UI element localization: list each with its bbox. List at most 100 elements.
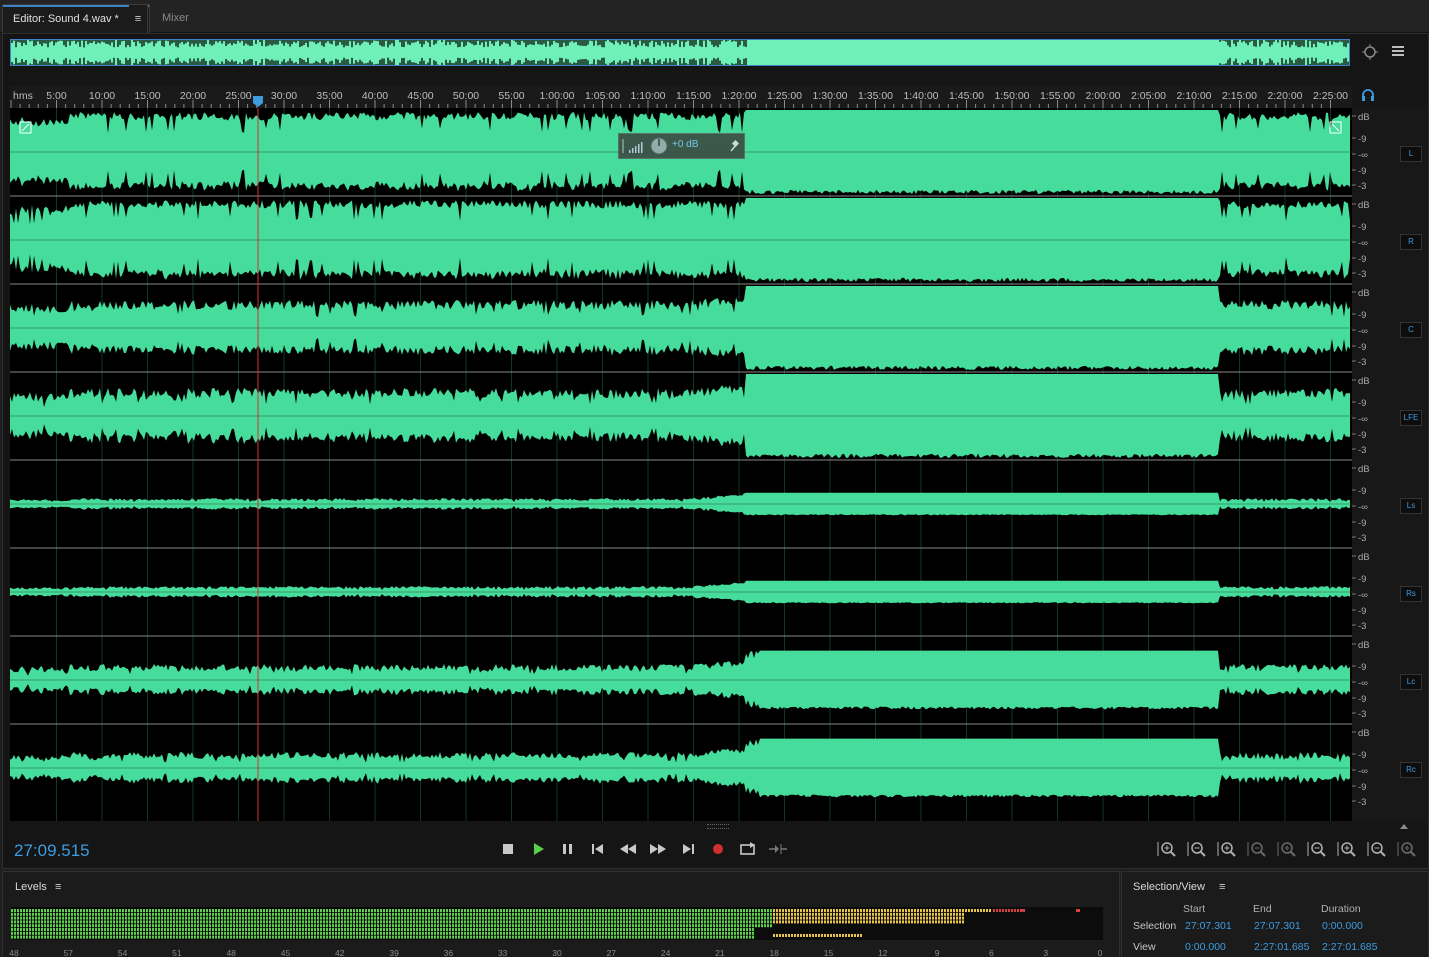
zoom-out-time-icon[interactable]: [1242, 838, 1270, 860]
headphones-icon[interactable]: [1358, 87, 1378, 107]
channel-label-c[interactable]: C: [1400, 322, 1422, 338]
db-scale-label: dB: [1358, 112, 1370, 123]
gain-knob-icon[interactable]: [650, 137, 668, 155]
view-end-field[interactable]: 2:27:01.685: [1254, 941, 1309, 953]
tab-editor[interactable]: Editor: Sound 4.wav *: [2, 4, 150, 33]
ruler-time-label: 1:00:00: [539, 90, 574, 102]
ruler-time-label: 45:00: [407, 90, 433, 102]
playhead-marker-icon[interactable]: [253, 96, 263, 107]
db-scale-label: -9: [1358, 222, 1366, 233]
resize-handle-icon[interactable]: [707, 824, 729, 829]
grip-icon[interactable]: [622, 139, 624, 153]
db-scale-label: -9: [1358, 694, 1366, 705]
db-scale-label: -3: [1358, 181, 1366, 192]
zoom-channels-icon[interactable]: [1392, 838, 1420, 860]
ruler-time-label: 1:20:00: [721, 90, 756, 102]
ruler-time-label: 1:05:00: [585, 90, 620, 102]
ruler-time-label: 55:00: [498, 90, 524, 102]
zoom-in-amplitude-icon[interactable]: [1152, 838, 1180, 860]
loop-icon[interactable]: [736, 837, 760, 861]
record-icon[interactable]: [706, 837, 730, 861]
selection-row-label: Selection: [1133, 920, 1177, 932]
zoom-in-time-icon[interactable]: [1212, 838, 1240, 860]
current-time-display[interactable]: 27:09.515: [14, 841, 90, 861]
ruler-time-label: 2:05:00: [1131, 90, 1166, 102]
list-view-icon[interactable]: [1387, 43, 1409, 63]
channel-label-rc[interactable]: Rc: [1400, 762, 1422, 778]
pause-icon[interactable]: [556, 837, 580, 861]
horizontal-scrollbar[interactable]: [10, 821, 1352, 831]
waveform-display[interactable]: [10, 108, 1352, 821]
db-scale-label: dB: [1358, 640, 1370, 651]
channel-label-rs[interactable]: Rs: [1400, 586, 1422, 602]
rewind-icon[interactable]: [616, 837, 640, 861]
db-scale-label: -9: [1358, 134, 1366, 145]
db-scale: dB -9 -∞ -9 -3 dB -9 -∞ -9 -3 dB -9 -∞ -9 -3 dB -9 -∞ -9 -3…: [1352, 108, 1396, 821]
view-duration-field[interactable]: 2:27:01.685: [1322, 941, 1377, 953]
selection-end-field[interactable]: 27:07.301: [1254, 920, 1301, 932]
tab-editor-label: Editor: Sound 4.wav *: [13, 13, 119, 25]
overview-navigator[interactable]: [10, 39, 1350, 66]
ruler-time-label: 1:15:00: [676, 90, 711, 102]
skip-selection-icon[interactable]: [766, 837, 790, 861]
db-scale-label: -9: [1358, 310, 1366, 321]
ruler-time-label: 30:00: [271, 90, 297, 102]
zoom-out-full-icon[interactable]: [1272, 838, 1300, 860]
selection-view-panel: Selection/View ≡ Start End Duration Sele…: [1121, 871, 1429, 957]
stop-icon[interactable]: [496, 837, 520, 861]
ruler-time-label: 1:55:00: [1040, 90, 1075, 102]
channel-label-lc[interactable]: Lc: [1400, 674, 1422, 690]
db-scale-label: dB: [1358, 200, 1370, 211]
tab-menu-icon[interactable]: ≡: [129, 4, 148, 33]
header-start: Start: [1183, 903, 1206, 915]
skip-end-icon[interactable]: [676, 837, 700, 861]
pin-icon[interactable]: [730, 139, 740, 152]
zoom-navigator-icon[interactable]: [1359, 43, 1381, 63]
tab-mixer[interactable]: Mixer: [152, 4, 199, 32]
ruler-time-label: 50:00: [453, 90, 479, 102]
db-scale-label: -9: [1358, 606, 1366, 617]
ruler-unit-label: hms: [13, 90, 33, 102]
scroll-up-icon[interactable]: [1398, 821, 1410, 833]
level-bars-icon: [629, 142, 643, 153]
ruler-time-label: 40:00: [362, 90, 388, 102]
gain-value: +0 dB: [672, 139, 699, 150]
selection-start-field[interactable]: 27:07.301: [1185, 920, 1232, 932]
zoom-out-amplitude-icon[interactable]: [1182, 838, 1210, 860]
ruler-time-label: 2:25:00: [1313, 90, 1348, 102]
ruler-time-label: 20:00: [180, 90, 206, 102]
db-scale-label: -3: [1358, 357, 1366, 368]
view-start-field[interactable]: 0:00.000: [1185, 941, 1226, 953]
skip-start-icon[interactable]: [586, 837, 610, 861]
zoom-in-right-icon[interactable]: [1332, 838, 1360, 860]
channel-label-l[interactable]: L: [1400, 146, 1422, 162]
ruler-time-label: 1:45:00: [949, 90, 984, 102]
db-scale-label: -9: [1358, 166, 1366, 177]
ruler-time-label: 2:15:00: [1222, 90, 1257, 102]
selection-view-menu-icon[interactable]: ≡: [1219, 881, 1225, 893]
selection-duration-field[interactable]: 0:00.000: [1322, 920, 1363, 932]
channel-label-lfe[interactable]: LFE: [1400, 410, 1422, 426]
db-scale-label: -9: [1358, 254, 1366, 265]
view-row-label: View: [1133, 941, 1156, 953]
ruler-time-label: 2:10:00: [1176, 90, 1211, 102]
channel-label-r[interactable]: R: [1400, 234, 1422, 250]
hud-gain-control[interactable]: +0 dB: [618, 133, 745, 159]
db-scale-label: -3: [1358, 269, 1366, 280]
time-ruler[interactable]: hms 5:00 10:00 15:00 20:00 25:00 30:00 35:00 40…: [10, 86, 1352, 108]
play-icon[interactable]: [526, 837, 550, 861]
db-scale-label: -3: [1358, 709, 1366, 720]
db-scale-label: -9: [1358, 430, 1366, 441]
ruler-time-label: 25:00: [225, 90, 251, 102]
db-scale-label: -9: [1358, 342, 1366, 353]
levels-panel: Levels ≡ 48 57 54 51 48 45 42 39 36 33 30 27 24 21 18 1…: [2, 871, 1120, 957]
fast-forward-icon[interactable]: [646, 837, 670, 861]
zoom-in-left-icon[interactable]: [1302, 838, 1330, 860]
db-scale-label: -3: [1358, 621, 1366, 632]
header-duration: Duration: [1321, 903, 1361, 915]
zoom-selection-icon[interactable]: [1362, 838, 1390, 860]
channel-label-ls[interactable]: Ls: [1400, 498, 1422, 514]
db-scale-label: -9: [1358, 782, 1366, 793]
ruler-time-label: 1:35:00: [858, 90, 893, 102]
ruler-time-label: 2:00:00: [1085, 90, 1120, 102]
